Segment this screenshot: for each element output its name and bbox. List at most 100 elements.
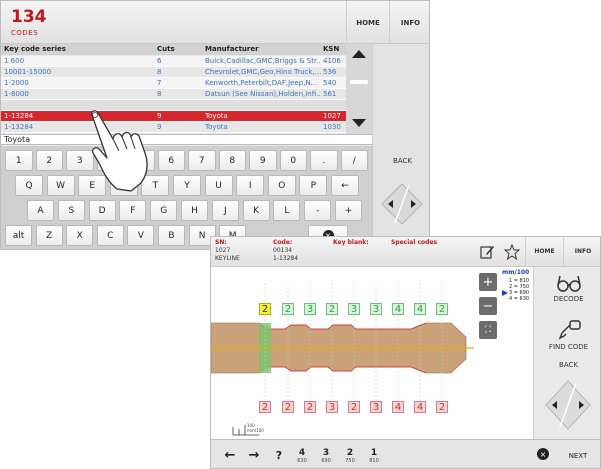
key-w[interactable]: W [46,175,75,196]
key-2[interactable]: 2 [35,150,63,171]
favorite-button[interactable] [499,237,525,267]
cut-bottom-4[interactable]: 3 [326,401,338,413]
key-g[interactable]: G [150,200,178,221]
cell-series: 1 600 [4,57,25,65]
key-h[interactable]: H [181,200,208,221]
series-value: 1-13284 [273,255,299,262]
cell-series: 1-8000 [4,90,29,98]
fit-screen-button[interactable]: ⛶ [479,321,497,339]
home-button-2[interactable]: HOME [525,237,563,267]
cut-top-7[interactable]: 4 [392,303,404,315]
notes-button[interactable] [474,237,499,267]
cut-top-8[interactable]: 4 [414,303,426,315]
on-screen-keyboard: 1234567890./QWERTYUIOP←ASDFGHJKL-+altZXC… [1,146,372,249]
key-o[interactable]: O [267,175,296,196]
key-drawing-area: 2 2 3 2 3 3 4 4 2 2 2 2 3 2 3 4 4 2 100 … [211,267,474,439]
key-backspace[interactable]: ← [331,175,359,196]
cut-bottom-3[interactable]: 2 [304,401,316,413]
key-b[interactable]: B [158,225,185,246]
help-button[interactable]: ? [269,443,289,468]
cut-bottom-5[interactable]: 2 [348,401,360,413]
scroll-thumb[interactable] [350,80,368,84]
table-row[interactable]: 10001-15000 8 Chevrolet,GMC,Geo,Hino Tru… [1,67,346,78]
key-/[interactable]: / [340,150,368,171]
key-u[interactable]: U [204,175,233,196]
key-a[interactable]: A [27,200,54,221]
cut-top-3[interactable]: 3 [304,303,316,315]
table-row-selected[interactable]: 1-13284 9 Toyota 1027 [1,111,346,122]
key-p[interactable]: P [299,175,328,196]
arrow-right-icon[interactable]: → [243,443,265,468]
key-s[interactable]: S [57,200,85,221]
code-series-screen: 134 CODES HOME INFO Key code series Cuts… [0,0,430,250]
cut-top-6[interactable]: 3 [370,303,382,315]
find-code-button[interactable]: FIND CODE [534,319,600,351]
cut-bottom-6[interactable]: 3 [370,401,382,413]
key-.[interactable]: . [310,150,338,171]
key-9[interactable]: 9 [249,150,277,171]
key-8[interactable]: 8 [218,150,246,171]
zoom-controls: + − ⛶ [474,267,500,439]
key-6[interactable]: 6 [157,150,185,171]
zoom-in-button[interactable]: + [479,273,497,291]
key-+[interactable]: + [335,200,362,221]
key-i[interactable]: I [236,175,265,196]
info-button[interactable]: INFO [389,1,429,44]
key-1[interactable]: 1 [5,150,33,171]
cut-bottom-2[interactable]: 2 [282,401,294,413]
cell-ksn: 4106 [323,57,341,65]
right-panel: BACK [372,146,429,249]
close-icon[interactable]: × [537,448,549,460]
key--[interactable]: - [304,200,332,221]
key-y[interactable]: Y [173,175,201,196]
key-x[interactable]: X [66,225,94,246]
key-z[interactable]: Z [35,225,63,246]
key-q[interactable]: Q [15,175,43,196]
back-button[interactable]: BACK [373,146,429,176]
nav-arrows-icon-2[interactable] [544,379,592,431]
cell-manufacturer: Datsun (See Nissan),Holden,Infi... [205,90,321,98]
cut-bottom-9[interactable]: 2 [436,401,448,413]
cut-bottom-1[interactable]: 2 [259,401,271,413]
table-row[interactable]: 1-8000 8 Datsun (See Nissan),Holden,Infi… [1,89,346,100]
arrow-left-icon[interactable]: ← [219,443,241,468]
key-7[interactable]: 7 [188,150,216,171]
table-row[interactable]: 1-2000 7 Kenworth,Peterbilt,DAF,Jeep,N..… [1,78,346,89]
info-button-2[interactable]: INFO [563,237,600,267]
depth-button-value: 750 [345,457,355,464]
decode-button[interactable]: DECODE [534,273,600,303]
key-f[interactable]: F [119,200,147,221]
key-j[interactable]: J [211,200,239,221]
key-d[interactable]: D [88,200,116,221]
depth-button-3[interactable]: 3 690 [315,443,337,468]
cut-bottom-7[interactable]: 4 [392,401,404,413]
depth-button-2[interactable]: 2 750 [339,443,361,468]
key-k[interactable]: K [242,200,270,221]
scroll-down-arrow-icon[interactable] [352,119,366,127]
depth-button-1[interactable]: 1 810 [363,443,385,468]
cut-top-4[interactable]: 2 [326,303,338,315]
cut-top-2[interactable]: 2 [282,303,294,315]
key-icon [558,320,581,340]
zoom-out-button[interactable]: − [479,297,497,315]
table-scrollbar[interactable] [346,44,372,134]
home-button[interactable]: HOME [346,1,389,44]
cut-top-9[interactable]: 2 [436,303,448,315]
depth-button-4[interactable]: 4 630 [291,443,313,468]
table-row[interactable]: 1-13284 9 Toyota 1030 [1,122,346,133]
nav-arrows-icon[interactable] [379,181,425,227]
key-alt[interactable]: alt [5,225,32,246]
next-button[interactable]: NEXT [557,443,599,468]
search-input[interactable]: Toyota [1,134,372,145]
cell-ksn: 536 [323,68,337,76]
cut-top-5[interactable]: 3 [348,303,360,315]
key-v[interactable]: V [127,225,155,246]
table-row[interactable]: 1 600 6 Buick,Cadillac,GMC,Briggs & Str.… [1,56,346,67]
cut-top-1[interactable]: 2 [259,303,271,315]
cut-bottom-8[interactable]: 4 [414,401,426,413]
key-c[interactable]: C [96,225,124,246]
scroll-up-arrow-icon[interactable] [352,50,366,58]
back-button-2[interactable]: BACK [534,361,600,369]
key-l[interactable]: L [273,200,301,221]
key-0[interactable]: 0 [279,150,307,171]
